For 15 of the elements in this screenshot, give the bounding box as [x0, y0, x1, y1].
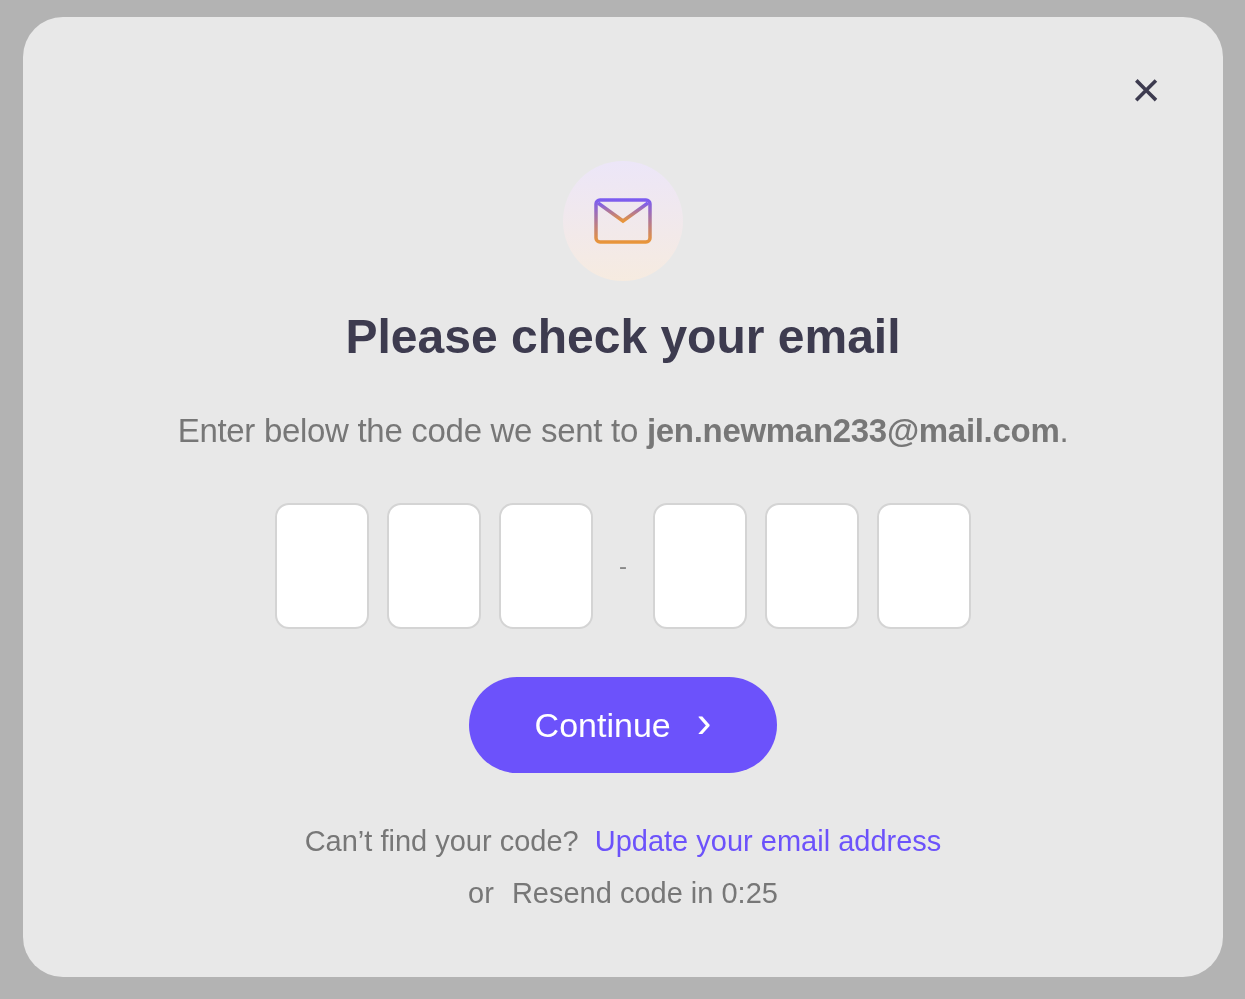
code-digit-field[interactable] [275, 503, 369, 629]
instruction-text: Enter below the code we sent to jen.newman233@mail.com. [177, 411, 1069, 451]
code-digit-field[interactable] [653, 503, 747, 629]
continue-button[interactable]: Continue › [469, 677, 777, 773]
dialog-title: Please check your email [345, 309, 901, 365]
close-button[interactable]: × [1121, 65, 1171, 115]
code-digit-field[interactable] [499, 503, 593, 629]
code-digit-field[interactable] [387, 503, 481, 629]
code-separator: - [619, 551, 627, 581]
code-digit-field[interactable] [877, 503, 971, 629]
or-text: or [468, 876, 494, 911]
help-question: Can’t find your code? [304, 824, 579, 859]
update-email-link[interactable]: Update your email address [594, 823, 942, 859]
code-digit-field[interactable] [765, 503, 859, 629]
resend-timer: Resend code in 0:25 [511, 876, 778, 911]
